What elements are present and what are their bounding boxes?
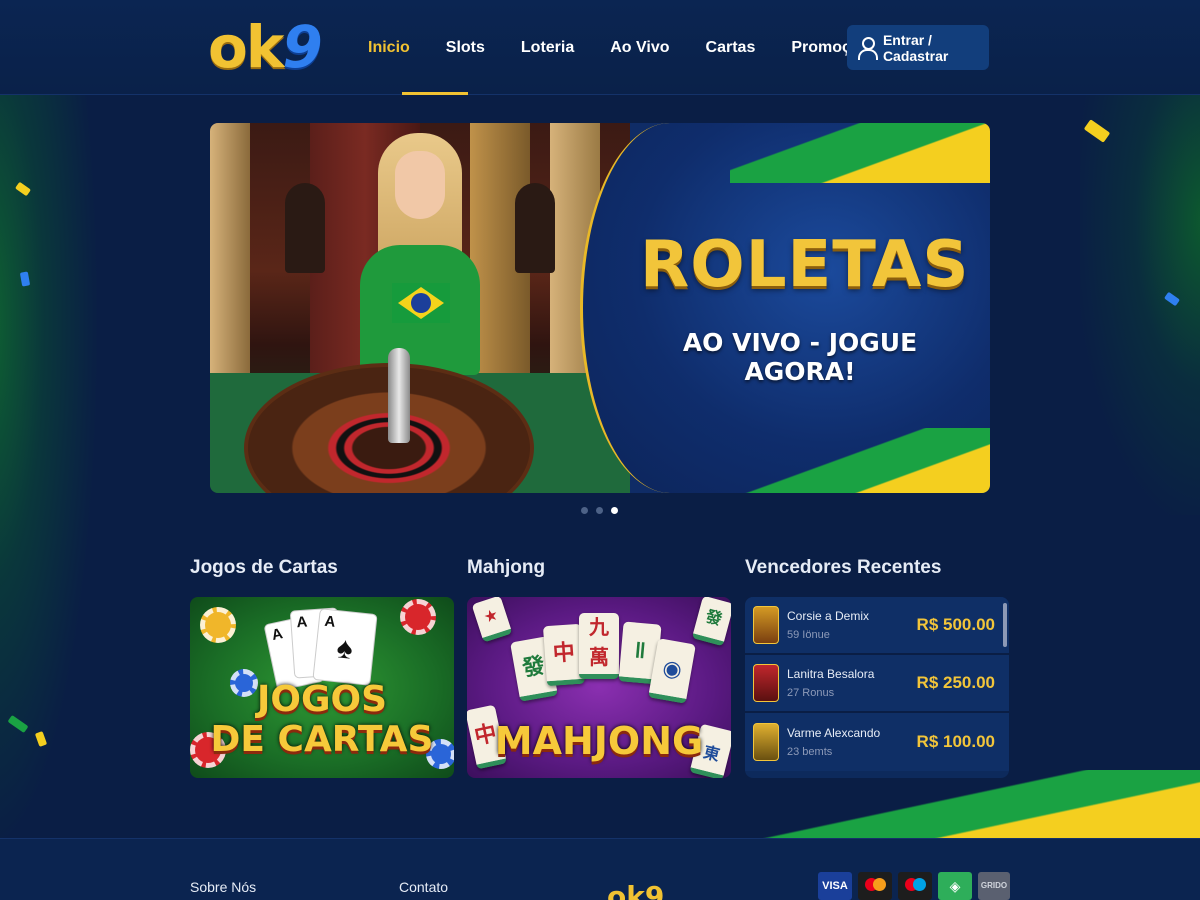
poker-chip — [200, 607, 236, 643]
carousel-dot-active[interactable] — [611, 507, 618, 514]
site-header: ok9 Inicio Slots Loteria Ao Vivo Cartas … — [0, 0, 1200, 95]
game-thumbnail-icon — [753, 606, 779, 644]
nav-item-cartas[interactable]: Cartas — [688, 0, 774, 95]
carousel-dot[interactable] — [581, 507, 588, 514]
winner-amount: R$ 250.00 — [916, 673, 995, 692]
footer-link-sobre-nos[interactable]: Sobre Nós — [190, 879, 256, 895]
mahjong-tile: 九萬 — [579, 613, 619, 679]
maestro-icon — [898, 872, 932, 900]
visa-icon: VISA — [818, 872, 852, 900]
winner-amount: R$ 500.00 — [916, 615, 995, 634]
login-register-button[interactable]: Entrar / Cadastrar — [847, 25, 989, 70]
banner-title: ROLETAS — [640, 228, 970, 302]
pix-icon: ◈ — [938, 872, 972, 900]
carousel-dot[interactable] — [596, 507, 603, 514]
hero-banner[interactable]: ROLETAS AO VIVO - JOGUE AGORA! — [210, 123, 990, 493]
winners-scrollbar[interactable] — [1003, 603, 1007, 647]
game-thumbnail-icon — [753, 664, 779, 702]
banner-subtitle: AO VIVO - JOGUE AGORA! — [682, 328, 918, 386]
main-nav: Inicio Slots Loteria Ao Vivo Cartas Prom… — [350, 0, 896, 95]
playing-card: A ♠ — [312, 608, 378, 686]
winners-list[interactable]: Corsie a Demix 59 Iönue R$ 500.00 Lanitr… — [745, 597, 1009, 778]
site-footer: Sobre Nós Contato ok9 — [0, 838, 1200, 900]
section-title-winners: Vencedores Recentes — [745, 557, 942, 578]
card-title: MAHJONG — [494, 719, 704, 763]
card-mahjong[interactable]: ★ 發 發 中 九萬 ‖ ◉ 中 東 MAHJONG — [467, 597, 731, 778]
winner-row: Lanitra Besalora 27 Ronus R$ 250.00 — [745, 655, 1009, 713]
user-icon — [857, 36, 878, 60]
dealer-figure — [360, 133, 480, 393]
winner-subtext: 23 bemts — [787, 746, 833, 758]
winner-name: Varme Alexcando — [787, 726, 881, 740]
section-title-cartas: Jogos de Cartas — [190, 557, 338, 578]
brazil-flag-icon — [392, 283, 450, 323]
winner-amount: R$ 100.00 — [916, 732, 995, 751]
card-title-line2: DE CARTAS — [210, 719, 434, 760]
card-title-line1: JOGOS — [256, 679, 388, 720]
footer-logo: ok9 — [607, 880, 665, 900]
poker-chip — [400, 599, 436, 635]
mahjong-tile: 發 — [691, 597, 731, 647]
logo-number: 9 — [282, 13, 322, 81]
winner-name: Corsie a Demix — [787, 609, 870, 623]
card-jogos-de-cartas[interactable]: A A A ♠ JOGOS DE CARTAS — [190, 597, 454, 778]
background-glow-right — [1080, 95, 1200, 515]
nav-item-loteria[interactable]: Loteria — [503, 0, 592, 95]
mahjong-tile: ★ — [471, 597, 513, 643]
payment-method-icon: GRIDO — [978, 872, 1010, 900]
mastercard-icon — [858, 872, 892, 900]
game-thumbnail-icon — [753, 723, 779, 761]
footer-link-contato[interactable]: Contato — [399, 879, 448, 895]
nav-item-inicio[interactable]: Inicio — [350, 0, 468, 95]
winner-name: Lanitra Besalora — [787, 667, 875, 681]
nav-item-ao-vivo[interactable]: Ao Vivo — [592, 0, 687, 95]
dealer-photo — [210, 123, 630, 493]
spade-icon: ♠ — [335, 631, 355, 666]
banner-panel — [580, 123, 990, 493]
winner-subtext: 59 Iönue — [787, 629, 830, 641]
winner-row: Corsie a Demix 59 Iönue R$ 500.00 — [745, 597, 1009, 655]
winner-row: Varme Alexcando 23 bemts R$ 100.00 — [745, 713, 1009, 771]
winner-subtext: 27 Ronus — [787, 687, 835, 699]
logo[interactable]: ok9 — [208, 12, 323, 82]
background-glow-left — [0, 95, 100, 855]
nav-item-slots[interactable]: Slots — [428, 0, 503, 95]
login-register-label: Entrar / Cadastrar — [882, 31, 949, 64]
carousel-dots — [581, 507, 618, 514]
flag-stripe-decoration — [660, 770, 1200, 838]
section-title-mahjong: Mahjong — [467, 557, 546, 578]
logo-text: ok — [208, 13, 284, 81]
